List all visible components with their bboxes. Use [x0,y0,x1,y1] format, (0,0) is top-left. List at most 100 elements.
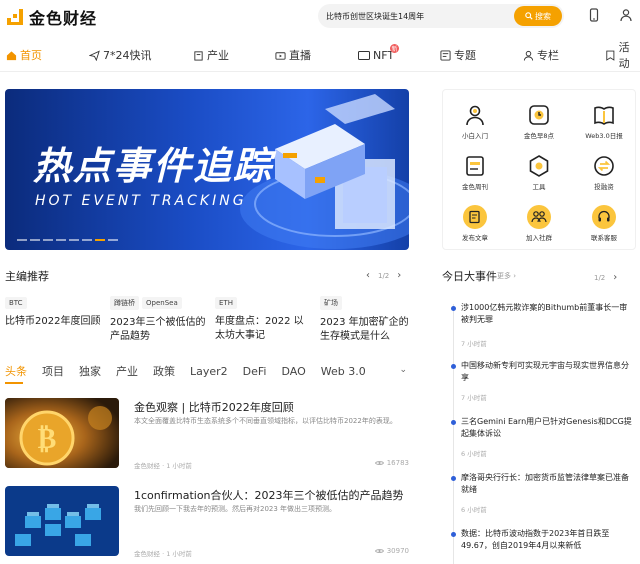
service-investment[interactable]: 投融资 [579,154,629,191]
clock-icon [527,103,551,127]
article-title[interactable]: 金色观察 | 比特币2022年度回顾 [134,399,294,415]
nav-item-nft[interactable]: NFT [358,40,394,70]
pick-card[interactable]: ETH 年度盘点：2022 以太坊大事记 [215,290,311,343]
topic-icon [440,49,451,61]
brand-logo[interactable]: 金色财经 [6,5,97,29]
article-item[interactable]: ₿ 金色观察 | 比特币2022年度回顾 本文全面覆盖比特币生态系统多个不同垂直… [5,398,409,470]
search-button-label: 搜索 [535,11,551,21]
search-button[interactable]: 搜索 [514,6,562,26]
service-newbie[interactable]: 小白入门 [450,103,500,140]
today-events-more[interactable]: 更多 › [497,271,516,281]
prev-arrow-icon[interactable]: ‹ [366,270,370,281]
search-input[interactable] [326,4,506,28]
search-icon [525,12,533,20]
nav-label: 活动 [618,41,630,70]
nav-label: 7*24快讯 [103,49,152,62]
editor-pick-pager: ‹ 1/2 › [366,270,401,281]
tab-defi[interactable]: DeFi [243,365,267,378]
service-weekly[interactable]: 金色周刊 [450,154,500,191]
service-label: 金色周刊 [462,183,488,191]
carousel-dot[interactable] [56,239,66,241]
event-time: 6 小时前 [461,450,487,458]
carousel-dot[interactable] [108,239,118,241]
timeline-dot [451,364,456,369]
service-label: 金色早8点 [523,132,555,140]
nav-item-home[interactable]: 首页 [6,40,42,70]
nav-item-flash[interactable]: 7*24快讯 [89,40,152,70]
article-source[interactable]: 金色财经 [134,550,160,558]
tab-headline[interactable]: 头条 [5,363,27,379]
user-icon[interactable] [619,8,633,22]
phone-icon[interactable] [587,8,601,22]
blockchain-thumbnail[interactable] [5,486,119,556]
event-text[interactable]: 三名Gemini Earn用户已针对Genesis和DCG提起集体诉讼 [461,416,633,440]
next-arrow-icon[interactable]: › [613,272,617,283]
tab-policy[interactable]: 政策 [153,363,175,379]
nav-item-columns[interactable]: 专栏 [523,40,559,70]
tab-dao[interactable]: DAO [282,365,306,378]
service-morning[interactable]: 金色早8点 [514,103,564,140]
tag[interactable]: BTC [5,297,27,309]
pick-card[interactable]: 蹲链桥 OpenSea 2023年三个被低估的产品趋势 [110,290,206,344]
tag[interactable]: 矿场 [320,296,342,310]
article-summary: 我们先回顾一下我去年的预测。然后再对2023 年做出三项预测。 [134,505,337,513]
carousel-dot[interactable] [43,239,53,241]
service-tools[interactable]: 工具 [514,154,564,191]
article-title[interactable]: 1confirmation合伙人：2023年三个被低估的产品趋势 [134,487,404,503]
timeline-dot [451,306,456,311]
service-publish[interactable]: 发布文章 [450,205,500,242]
tab-industry[interactable]: 产业 [116,363,138,379]
event-text[interactable]: 涉1000亿韩元欺诈案的Bithumb前董事长一审被判无罪 [461,302,633,326]
new-badge: 新 [390,44,399,53]
pager-text: 1/2 [594,273,606,282]
nav-item-live[interactable]: 直播 [275,40,311,70]
article-views: 30970 [374,547,409,555]
exchange-icon [592,154,616,178]
building-icon [194,50,203,61]
main-nav: 首页 7*24快讯 产业 直播 NFT 新 专题 专栏 活动 [0,40,640,72]
banner-title: 热点事件追踪 [33,144,274,188]
svg-text:₿: ₿ [38,422,57,455]
tab-project[interactable]: 项目 [42,363,64,379]
pick-title[interactable]: 2023 年加密矿企的生存模式是什么 [320,316,416,344]
service-community[interactable]: 加入社群 [514,205,564,242]
pick-title[interactable]: 2023年三个被低估的产品趋势 [110,316,206,344]
carousel-dot[interactable] [30,239,40,241]
service-support[interactable]: 联系客服 [579,205,629,242]
service-label: 工具 [532,183,546,191]
article-source[interactable]: 金色财经 [134,462,160,470]
carousel-dot[interactable] [17,239,27,241]
nav-item-topics[interactable]: 专题 [440,40,476,70]
article-views: 16783 [374,459,409,467]
chevron-down-icon[interactable]: ⌄ [399,365,407,375]
next-arrow-icon[interactable]: › [397,270,401,281]
group-icon [527,205,551,229]
service-label: 发布文章 [462,234,488,242]
tab-web3[interactable]: Web 3.0 [321,365,366,378]
nav-item-activity[interactable]: 活动 [605,40,640,70]
hero-banner[interactable]: 热点事件追踪 HOT EVENT TRACKING [5,89,409,250]
pick-title[interactable]: 年度盘点：2022 以太坊大事记 [215,315,311,343]
tag[interactable]: 蹲链桥 [110,296,139,310]
pick-title[interactable]: 比特币2022年度回顾 [5,315,101,329]
service-label: 投融资 [594,183,614,191]
tab-exclusive[interactable]: 独家 [79,363,101,379]
carousel-dot-active[interactable] [95,239,105,241]
tag[interactable]: ETH [215,297,237,309]
event-text[interactable]: 摩洛哥央行行长：加密货币监管法律草案已准备就绪 [461,472,633,496]
service-web3-daily[interactable]: Web3.0日报 [579,103,629,140]
top-bar: 金色财经 搜索 [0,0,640,32]
tab-layer2[interactable]: Layer2 [190,365,228,378]
carousel-dot[interactable] [82,239,92,241]
article-item[interactable]: 1confirmation合伙人：2023年三个被低估的产品趋势 我们先回顾一下… [5,486,409,558]
event-text[interactable]: 数据：比特币波动指数于2023年首日跌至49.67，创自2019年4月以来新低 [461,528,633,552]
pick-card[interactable]: BTC 比特币2022年度回顾 [5,290,101,329]
carousel-dot[interactable] [69,239,79,241]
nav-item-industry[interactable]: 产业 [193,40,229,70]
bitcoin-thumbnail[interactable]: ₿ [5,398,119,468]
event-text[interactable]: 中国移动新专利可实现元宇宙与现实世界信息分享 [461,360,633,384]
tag[interactable]: OpenSea [142,297,182,309]
service-label: 联系客服 [591,234,617,242]
pick-card[interactable]: 矿场 2023 年加密矿企的生存模式是什么 [320,290,416,344]
service-label: Web3.0日报 [585,132,623,140]
